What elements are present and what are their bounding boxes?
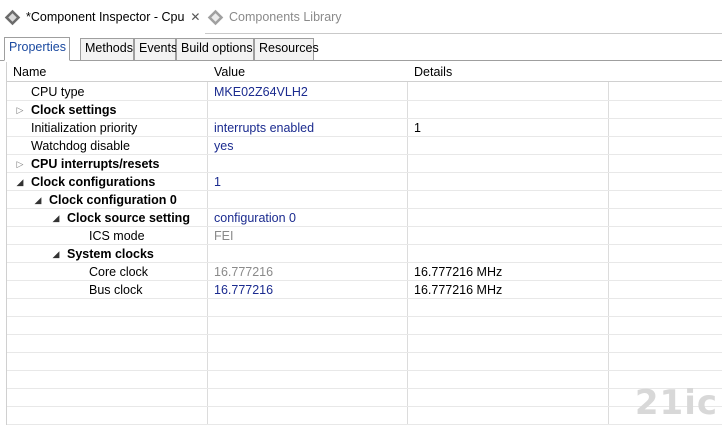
column-header-value[interactable]: Value bbox=[214, 65, 245, 79]
property-name: Bus clock bbox=[89, 283, 143, 297]
empty-row bbox=[7, 389, 722, 407]
collapse-arrow-icon[interactable]: ◢ bbox=[33, 195, 43, 206]
component-icon bbox=[4, 9, 21, 26]
property-label: CPU interrupts/resets bbox=[31, 157, 160, 171]
property-grid: Name Value Details CPU type MKE02Z64VLH2… bbox=[6, 62, 722, 425]
tab-components-library-label: Components Library bbox=[229, 10, 342, 24]
property-name: ◢ Clock configurations bbox=[15, 175, 156, 189]
property-value[interactable]: 16.777216 bbox=[214, 283, 273, 297]
editor-tab-bar: *Component Inspector - Cpu ✕ Components … bbox=[0, 0, 722, 34]
table-row[interactable]: Initialization priority interrupts enabl… bbox=[7, 119, 722, 137]
property-name: ◢ Clock source setting bbox=[51, 211, 190, 225]
tab-component-inspector[interactable]: *Component Inspector - Cpu ✕ bbox=[0, 0, 205, 34]
table-row[interactable]: ▷ Clock settings bbox=[7, 101, 722, 119]
property-details: 1 bbox=[414, 121, 421, 135]
property-label: Clock settings bbox=[31, 103, 117, 117]
property-name: ICS mode bbox=[89, 229, 145, 243]
empty-row bbox=[7, 371, 722, 389]
collapse-arrow-icon[interactable]: ◢ bbox=[51, 213, 61, 224]
property-name: Initialization priority bbox=[31, 121, 138, 135]
property-name: ▷ CPU interrupts/resets bbox=[15, 157, 160, 171]
column-header-name[interactable]: Name bbox=[13, 65, 46, 79]
property-name: Watchdog disable bbox=[31, 139, 130, 153]
tab-components-library[interactable]: Components Library bbox=[207, 0, 342, 34]
property-value[interactable]: yes bbox=[214, 139, 233, 153]
close-icon[interactable]: ✕ bbox=[190, 10, 200, 24]
empty-row bbox=[7, 353, 722, 371]
property-value[interactable]: configuration 0 bbox=[214, 211, 296, 225]
collapse-arrow-icon[interactable]: ◢ bbox=[51, 249, 61, 260]
property-value: FEI bbox=[214, 229, 234, 243]
table-row[interactable]: ◢ Clock configurations 1 bbox=[7, 173, 722, 191]
grid-header: Name Value Details bbox=[7, 62, 722, 82]
watermark-logo: 21ic bbox=[634, 383, 718, 423]
tab-build-options[interactable]: Build options bbox=[176, 38, 254, 60]
empty-row bbox=[7, 317, 722, 335]
property-value[interactable]: interrupts enabled bbox=[214, 121, 314, 135]
property-label: Clock configuration 0 bbox=[49, 193, 177, 207]
table-row[interactable]: ◢ Clock configuration 0 bbox=[7, 191, 722, 209]
property-name: Core clock bbox=[89, 265, 149, 279]
property-label: Clock source setting bbox=[67, 211, 190, 225]
empty-row bbox=[7, 335, 722, 353]
collapse-arrow-icon[interactable]: ◢ bbox=[15, 177, 25, 188]
tab-resources[interactable]: Resources bbox=[254, 38, 319, 60]
property-value[interactable]: 1 bbox=[214, 175, 221, 189]
table-row[interactable]: Watchdog disable yes bbox=[7, 137, 722, 155]
property-name: ◢ Clock configuration 0 bbox=[33, 193, 177, 207]
property-details: 16.777216 MHz bbox=[414, 265, 503, 279]
table-row[interactable]: CPU type MKE02Z64VLH2 bbox=[7, 83, 722, 101]
property-value[interactable]: MKE02Z64VLH2 bbox=[214, 85, 308, 99]
empty-row bbox=[7, 299, 722, 317]
expand-arrow-icon[interactable]: ▷ bbox=[15, 105, 25, 116]
tab-events[interactable]: Events bbox=[134, 38, 177, 60]
property-details: 16.777216 MHz bbox=[414, 283, 503, 297]
table-row[interactable]: ▷ CPU interrupts/resets bbox=[7, 155, 722, 173]
tab-properties[interactable]: Properties bbox=[4, 37, 70, 61]
tab-component-inspector-label: *Component Inspector - Cpu bbox=[26, 10, 185, 24]
table-row[interactable]: Bus clock 16.777216 16.777216 MHz bbox=[7, 281, 722, 299]
property-label: System clocks bbox=[67, 247, 154, 261]
table-row[interactable]: ◢ System clocks bbox=[7, 245, 722, 263]
property-value: 16.777216 bbox=[214, 265, 274, 279]
property-name: ◢ System clocks bbox=[51, 247, 154, 261]
table-row[interactable]: ICS mode FEI bbox=[7, 227, 722, 245]
column-header-details[interactable]: Details bbox=[414, 65, 452, 79]
property-name: CPU type bbox=[31, 85, 85, 99]
property-label: Clock configurations bbox=[31, 175, 156, 189]
tab-methods[interactable]: Methods bbox=[80, 38, 134, 60]
view-tab-bar: Properties Methods Events Build options … bbox=[0, 34, 722, 61]
table-row[interactable]: Core clock 16.777216 16.777216 MHz bbox=[7, 263, 722, 281]
property-name: ▷ Clock settings bbox=[15, 103, 117, 117]
table-row[interactable]: ◢ Clock source setting configuration 0 bbox=[7, 209, 722, 227]
component-icon bbox=[207, 9, 224, 26]
expand-arrow-icon[interactable]: ▷ bbox=[15, 159, 25, 170]
empty-row bbox=[7, 407, 722, 425]
